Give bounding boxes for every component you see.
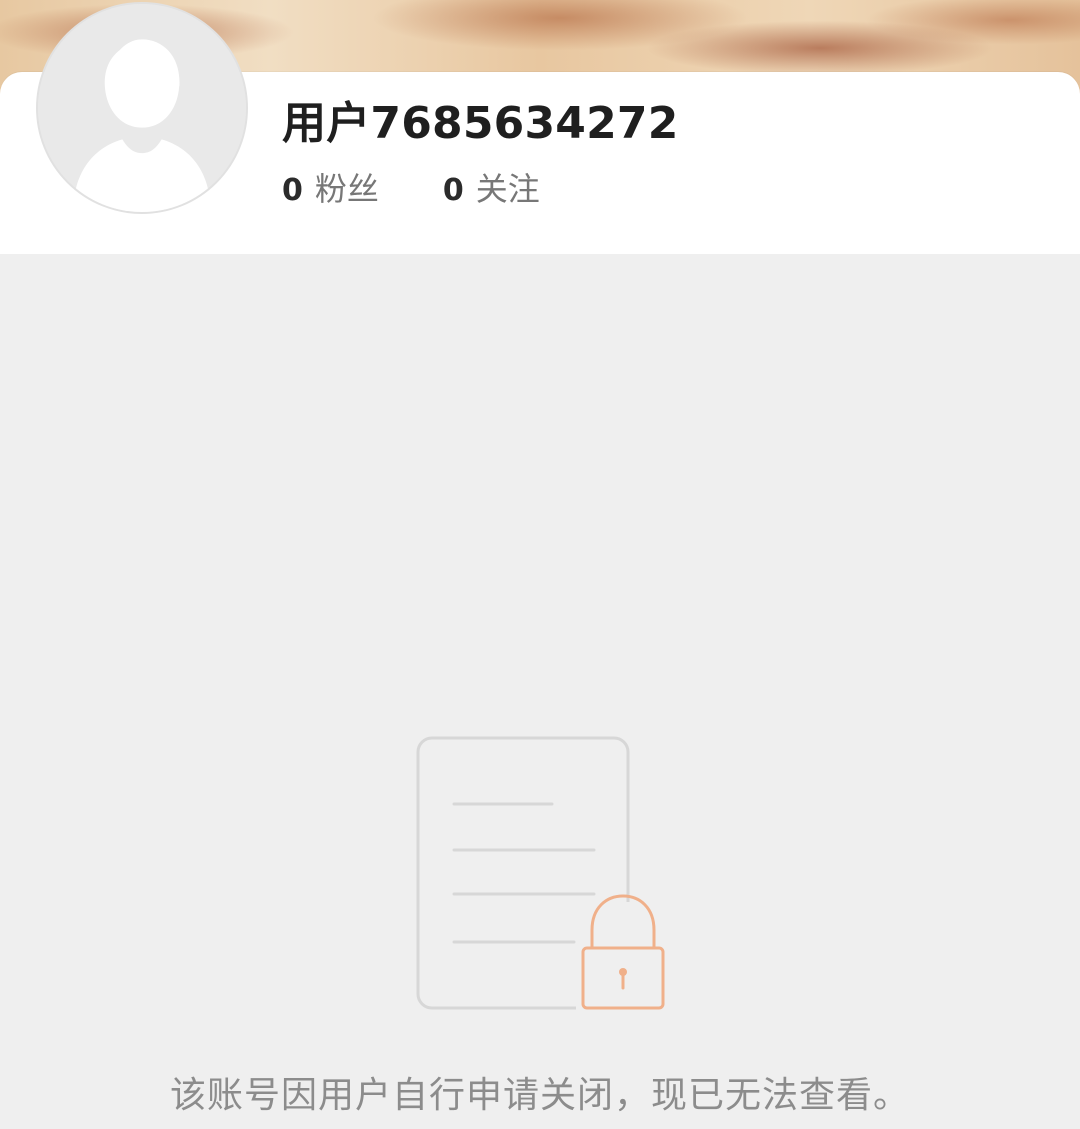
profile-stats: 0 粉丝 0 关注 [282, 166, 540, 208]
username: 用户7685634272 [282, 98, 679, 149]
fans-count: 0 [282, 173, 303, 208]
account-closed-message: 该账号因用户自行申请关闭，现已无法查看。 [169, 1075, 910, 1116]
profile-page: 用户7685634272 0 粉丝 0 关注 该账号因用户自行申请关闭，现已无法… [0, 0, 1080, 1129]
fans-stat[interactable]: 0 粉丝 [282, 164, 379, 210]
locked-document-icon [416, 736, 666, 1012]
following-count: 0 [442, 173, 464, 208]
avatar[interactable] [36, 2, 248, 214]
following-label: 关注 [475, 170, 540, 208]
default-avatar-icon [38, 4, 246, 212]
fans-label: 粉丝 [314, 170, 379, 208]
following-stat[interactable]: 0 关注 [443, 164, 540, 210]
